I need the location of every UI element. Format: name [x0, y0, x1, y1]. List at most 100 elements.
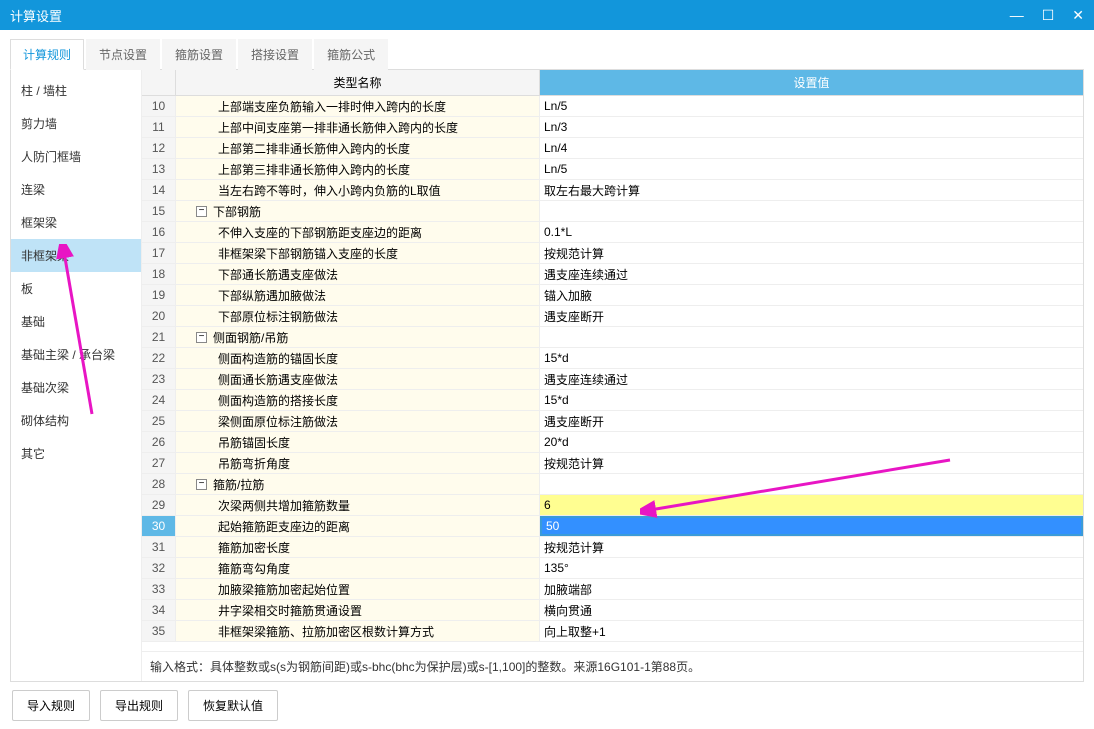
table-row[interactable]: 22侧面构造筋的锚固长度15*d [142, 348, 1083, 369]
table-row[interactable]: 34井字梁相交时箍筋贯通设置横向贯通 [142, 600, 1083, 621]
row-number: 23 [142, 369, 176, 389]
table-row[interactable]: 33加腋梁箍筋加密起始位置加腋端部 [142, 579, 1083, 600]
minimize-button[interactable]: — [1010, 7, 1024, 23]
table-row[interactable]: 30起始箍筋距支座边的距离 [142, 516, 1083, 537]
row-number: 17 [142, 243, 176, 263]
sidebar: 柱 / 墙柱剪力墙人防门框墙连梁框架梁非框架梁板基础基础主梁 / 承台梁基础次梁… [11, 70, 142, 681]
sidebar-item-8[interactable]: 基础主梁 / 承台梁 [11, 338, 141, 371]
table-row[interactable]: 11上部中间支座第一排非通长筋伸入跨内的长度Ln/3 [142, 117, 1083, 138]
table-row[interactable]: 17非框架梁下部钢筋锚入支座的长度按规范计算 [142, 243, 1083, 264]
table-row[interactable]: 25梁侧面原位标注筋做法遇支座断开 [142, 411, 1083, 432]
collapse-icon[interactable]: − [196, 332, 207, 343]
row-number: 30 [142, 516, 176, 536]
row-value[interactable]: 15*d [540, 348, 1083, 368]
row-number: 22 [142, 348, 176, 368]
row-value[interactable]: Ln/5 [540, 159, 1083, 179]
table-row[interactable]: 15−下部钢筋 [142, 201, 1083, 222]
row-value[interactable]: Ln/4 [540, 138, 1083, 158]
table-row[interactable]: 27吊筋弯折角度按规范计算 [142, 453, 1083, 474]
table-row[interactable]: 13上部第三排非通长筋伸入跨内的长度Ln/5 [142, 159, 1083, 180]
row-name: 非框架梁箍筋、拉筋加密区根数计算方式 [176, 621, 540, 641]
value-input[interactable] [540, 516, 1083, 536]
sidebar-item-1[interactable]: 剪力墙 [11, 107, 141, 140]
row-name: 上部端支座负筋输入一排时伸入跨内的长度 [176, 96, 540, 116]
row-value[interactable]: 按规范计算 [540, 453, 1083, 473]
maximize-button[interactable]: ☐ [1042, 7, 1055, 24]
sidebar-item-3[interactable]: 连梁 [11, 173, 141, 206]
row-value[interactable]: 取左右最大跨计算 [540, 180, 1083, 200]
table-row[interactable]: 28−箍筋/拉筋 [142, 474, 1083, 495]
row-number: 14 [142, 180, 176, 200]
sidebar-item-9[interactable]: 基础次梁 [11, 371, 141, 404]
row-value[interactable]: 锚入加腋 [540, 285, 1083, 305]
row-value[interactable]: 0.1*L [540, 222, 1083, 242]
row-value[interactable]: 按规范计算 [540, 537, 1083, 557]
row-name: 上部中间支座第一排非通长筋伸入跨内的长度 [176, 117, 540, 137]
row-value[interactable]: 遇支座断开 [540, 306, 1083, 326]
import-rules-button[interactable]: 导入规则 [12, 690, 90, 721]
table-row[interactable]: 14当左右跨不等时，伸入小跨内负筋的L取值取左右最大跨计算 [142, 180, 1083, 201]
sidebar-item-2[interactable]: 人防门框墙 [11, 140, 141, 173]
table-row[interactable]: 31箍筋加密长度按规范计算 [142, 537, 1083, 558]
table-row[interactable]: 26吊筋锚固长度20*d [142, 432, 1083, 453]
table-row[interactable]: 20下部原位标注钢筋做法遇支座断开 [142, 306, 1083, 327]
row-value[interactable]: 15*d [540, 390, 1083, 410]
tab-3[interactable]: 搭接设置 [238, 39, 312, 70]
row-name: 吊筋弯折角度 [176, 453, 540, 473]
row-value[interactable]: 遇支座连续通过 [540, 369, 1083, 389]
sidebar-item-4[interactable]: 框架梁 [11, 206, 141, 239]
row-value[interactable] [540, 327, 1083, 347]
collapse-icon[interactable]: − [196, 206, 207, 217]
row-value[interactable]: 遇支座连续通过 [540, 264, 1083, 284]
tab-4[interactable]: 箍筋公式 [314, 39, 388, 70]
window-title: 计算设置 [10, 6, 62, 25]
row-value[interactable]: Ln/5 [540, 96, 1083, 116]
table-row[interactable]: 10上部端支座负筋输入一排时伸入跨内的长度Ln/5 [142, 96, 1083, 117]
row-name: 起始箍筋距支座边的距离 [176, 516, 540, 536]
row-number: 19 [142, 285, 176, 305]
row-number: 13 [142, 159, 176, 179]
row-value[interactable]: 20*d [540, 432, 1083, 452]
row-name: −侧面钢筋/吊筋 [176, 327, 540, 347]
tab-2[interactable]: 箍筋设置 [162, 39, 236, 70]
sidebar-item-0[interactable]: 柱 / 墙柱 [11, 74, 141, 107]
row-value[interactable] [540, 201, 1083, 221]
row-value[interactable]: Ln/3 [540, 117, 1083, 137]
close-button[interactable]: ✕ [1072, 7, 1084, 24]
row-value[interactable]: 按规范计算 [540, 243, 1083, 263]
table-row[interactable]: 29次梁两侧共增加箍筋数量6 [142, 495, 1083, 516]
row-name: 下部纵筋遇加腋做法 [176, 285, 540, 305]
tab-1[interactable]: 节点设置 [86, 39, 160, 70]
sidebar-item-6[interactable]: 板 [11, 272, 141, 305]
row-value[interactable]: 135° [540, 558, 1083, 578]
header-num [142, 70, 176, 95]
export-rules-button[interactable]: 导出规则 [100, 690, 178, 721]
table-row[interactable]: 23侧面通长筋遇支座做法遇支座连续通过 [142, 369, 1083, 390]
table-row[interactable]: 35非框架梁箍筋、拉筋加密区根数计算方式向上取整+1 [142, 621, 1083, 642]
row-name: 侧面通长筋遇支座做法 [176, 369, 540, 389]
row-number: 10 [142, 96, 176, 116]
table-row[interactable]: 32箍筋弯勾角度135° [142, 558, 1083, 579]
row-name: 侧面构造筋的搭接长度 [176, 390, 540, 410]
table-row[interactable]: 12上部第二排非通长筋伸入跨内的长度Ln/4 [142, 138, 1083, 159]
sidebar-item-7[interactable]: 基础 [11, 305, 141, 338]
reset-defaults-button[interactable]: 恢复默认值 [188, 690, 278, 721]
row-value[interactable]: 横向贯通 [540, 600, 1083, 620]
row-value[interactable]: 6 [540, 495, 1083, 515]
row-value[interactable]: 遇支座断开 [540, 411, 1083, 431]
table-row[interactable]: 24侧面构造筋的搭接长度15*d [142, 390, 1083, 411]
sidebar-item-5[interactable]: 非框架梁 [11, 239, 141, 272]
sidebar-item-10[interactable]: 砌体结构 [11, 404, 141, 437]
table-row[interactable]: 16不伸入支座的下部钢筋距支座边的距离0.1*L [142, 222, 1083, 243]
table-row[interactable]: 19下部纵筋遇加腋做法锚入加腋 [142, 285, 1083, 306]
table-row[interactable]: 21−侧面钢筋/吊筋 [142, 327, 1083, 348]
row-value[interactable]: 加腋端部 [540, 579, 1083, 599]
row-number: 24 [142, 390, 176, 410]
table-row[interactable]: 18下部通长筋遇支座做法遇支座连续通过 [142, 264, 1083, 285]
row-value[interactable] [540, 474, 1083, 494]
row-value[interactable]: 向上取整+1 [540, 621, 1083, 641]
sidebar-item-11[interactable]: 其它 [11, 437, 141, 470]
collapse-icon[interactable]: − [196, 479, 207, 490]
tab-0[interactable]: 计算规则 [10, 39, 84, 70]
row-value[interactable] [540, 516, 1083, 536]
